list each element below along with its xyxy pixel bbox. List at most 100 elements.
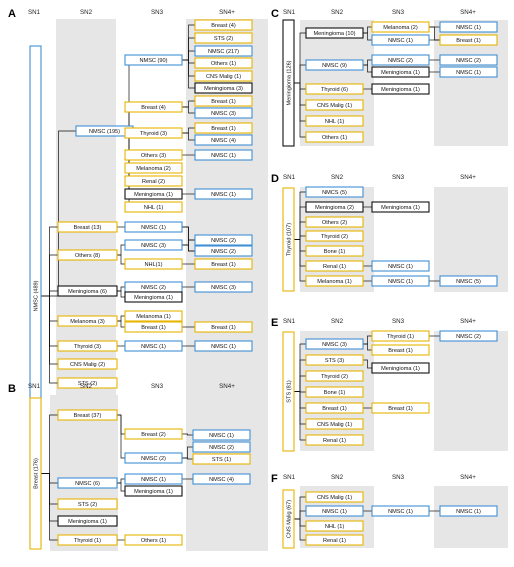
- node-label: Meningioma (1): [134, 489, 173, 495]
- node-label: NMSC (2): [211, 249, 236, 255]
- node-label: NHL (1): [325, 119, 345, 125]
- node-label: NMSC (1): [456, 509, 481, 515]
- node-label: Meningioma (10): [314, 31, 356, 37]
- node-label: Breast (1): [388, 348, 413, 354]
- panel-f: F SN1 SN2 SN3 SN4+ CNS Malig (67) CNS Malig (1…: [271, 473, 508, 549]
- node-label: Thyroid (3): [74, 344, 101, 350]
- column-header: SN3: [151, 383, 164, 390]
- node-label: Others (8): [75, 253, 100, 259]
- column-header: SN4+: [460, 9, 476, 16]
- node-label: NMSC (1): [209, 433, 234, 439]
- node-label: Melanoma (2): [136, 166, 171, 172]
- node-label: Meningioma (1): [381, 87, 420, 93]
- node-label: Renal (1): [323, 538, 346, 544]
- node-label: NMSC (2): [211, 238, 236, 244]
- node-label: Breast (1): [211, 99, 236, 105]
- node-label: Breast (1): [141, 325, 166, 331]
- panel-c: C SN1 SN2 SN3 SN4+ Meningioma (126) Meningioma…: [271, 8, 508, 147]
- node-label: Meningioma (1): [134, 295, 173, 301]
- node-label: NMSC (2): [209, 445, 234, 451]
- panel-d: D SN1 SN2 SN3 SN4+ Thyroid (107) NMCS (5) Menin…: [271, 173, 508, 292]
- tree-connector: [117, 290, 125, 298]
- tree-connector: [117, 286, 125, 292]
- node-label: Thyroid (6): [321, 87, 348, 93]
- node-label: NMSC (4): [209, 477, 234, 483]
- node-label: CNS Malig (1): [317, 495, 352, 501]
- node-label: Renal (2): [142, 179, 165, 185]
- node-label: STS (3): [325, 358, 344, 364]
- column-header: SN3: [392, 174, 405, 181]
- node-label: Meningioma (1): [381, 366, 420, 372]
- node-label: Melanoma (1): [136, 314, 171, 320]
- node-label: NMSC (195): [89, 129, 120, 135]
- node-label: Others (1): [211, 61, 236, 67]
- node-label: Meningioma (1): [68, 519, 107, 525]
- node-label: Breast (1): [456, 38, 481, 44]
- node-label: Meningioma (2): [315, 205, 354, 211]
- node-label: Meningioma (3): [204, 86, 243, 92]
- node-label: Others (3): [141, 153, 166, 159]
- column-header: SN4+: [460, 474, 476, 481]
- node-label: NMSC (6): [75, 481, 100, 487]
- node-label: NMSC (3): [211, 111, 236, 117]
- node-label: NMSC (2): [388, 58, 413, 64]
- tree-connector: [117, 315, 125, 322]
- column-header: SN4+: [460, 174, 476, 181]
- node-label: Breast (1): [388, 406, 413, 412]
- node-label: Thyroid (1): [74, 538, 101, 544]
- node-label: Breast (4): [141, 105, 166, 111]
- node-label: Thyroid (2): [321, 234, 348, 240]
- tree-connector: [117, 254, 125, 265]
- panel-letter: E: [271, 317, 278, 329]
- node-label: Breast (2): [141, 432, 166, 438]
- column-header: SN3: [392, 9, 405, 16]
- node-label: Others (2): [322, 220, 347, 226]
- node-label: Thyroid (1): [387, 334, 414, 340]
- node-label: Breast (1): [211, 325, 236, 331]
- node-label: NHL (1): [144, 205, 164, 211]
- node-label: NMSC (1): [141, 225, 166, 231]
- node-label: NMSC (1): [388, 279, 413, 285]
- node-label: NMSC (2): [456, 334, 481, 340]
- tree-connector: [41, 254, 58, 297]
- node-label: Melanoma (1): [317, 279, 352, 285]
- column-header: SN3: [151, 9, 164, 16]
- tree-connector: [117, 478, 125, 484]
- node-label: NMSC (3): [322, 342, 347, 348]
- root-label: STS (81): [287, 380, 293, 403]
- node-label: CNS Malig (1): [206, 74, 241, 80]
- column-header: SN2: [80, 9, 93, 16]
- column-bg: [434, 486, 508, 548]
- node-label: Others (1): [322, 135, 347, 141]
- column-header: SN1: [28, 383, 41, 390]
- column-header: SN3: [392, 474, 405, 481]
- panel-letter: C: [271, 8, 279, 20]
- tree-connector: [117, 414, 125, 459]
- node-label: NMSC (2): [456, 58, 481, 64]
- node-label: Breast (37): [74, 413, 102, 419]
- node-label: Thyroid (2): [321, 374, 348, 380]
- column-header: SN1: [283, 318, 296, 325]
- cancer-tree-figure: A SN1 SN2 SN3 SN4+ NMSC (489) NMSC (195) Breast…: [8, 8, 508, 551]
- node-label: Bone (1): [324, 249, 346, 255]
- node-label: NMSC (1): [141, 477, 166, 483]
- tree-connector: [117, 482, 125, 492]
- node-label: Melanoma (2): [383, 25, 418, 31]
- node-label: NMSC (1): [322, 509, 347, 515]
- column-header: SN2: [331, 9, 344, 16]
- node-label: Meningioma (1): [134, 192, 173, 198]
- column-header: SN2: [80, 383, 93, 390]
- node-label: Renal (1): [323, 438, 346, 444]
- node-label: STS (1): [212, 457, 231, 463]
- column-header: SN1: [283, 9, 296, 16]
- tree-connector: [41, 290, 58, 297]
- node-label: NMSC (3): [211, 285, 236, 291]
- column-header: SN4+: [219, 9, 235, 16]
- tree-connector: [117, 320, 125, 328]
- node-label: NMSC (3): [141, 243, 166, 249]
- node-label: NMSC (1): [456, 70, 481, 76]
- panel-letter: F: [271, 473, 278, 485]
- panel-b: B SN1 SN2 SN3 SN4+ Breast (176) Breast (37) NMS…: [8, 383, 268, 551]
- node-label: CNS Malig (1): [317, 422, 352, 428]
- node-label: NMSC (1): [388, 509, 413, 515]
